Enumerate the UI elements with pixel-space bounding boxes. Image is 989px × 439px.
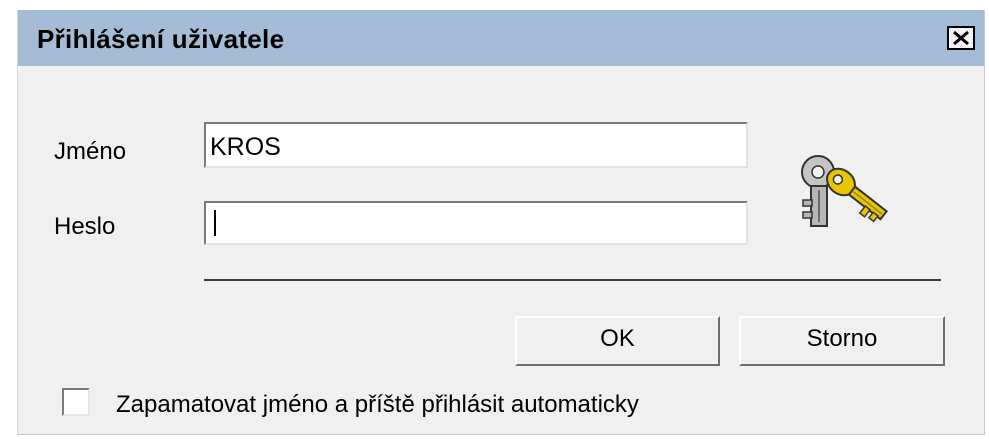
separator-line — [204, 279, 941, 281]
keys-icon — [801, 155, 889, 227]
dialog-title: Přihlášení uživatele — [37, 24, 285, 54]
remember-label[interactable]: Zapamatovat jméno a příště přihlásit aut… — [116, 391, 639, 419]
name-label: Jméno — [54, 138, 127, 165]
login-dialog: Přihlášení uživatele Jméno Heslo — [17, 10, 985, 435]
text-caret — [214, 210, 216, 236]
close-icon — [953, 30, 969, 46]
remember-checkbox[interactable] — [62, 388, 90, 416]
name-input[interactable] — [204, 122, 748, 168]
ok-button[interactable]: OK — [515, 316, 720, 366]
cancel-button[interactable]: Storno — [739, 316, 945, 366]
title-bar[interactable]: Přihlášení uživatele — [18, 10, 984, 66]
password-label: Heslo — [54, 213, 116, 240]
close-button[interactable] — [947, 26, 975, 50]
password-input[interactable] — [204, 201, 748, 245]
